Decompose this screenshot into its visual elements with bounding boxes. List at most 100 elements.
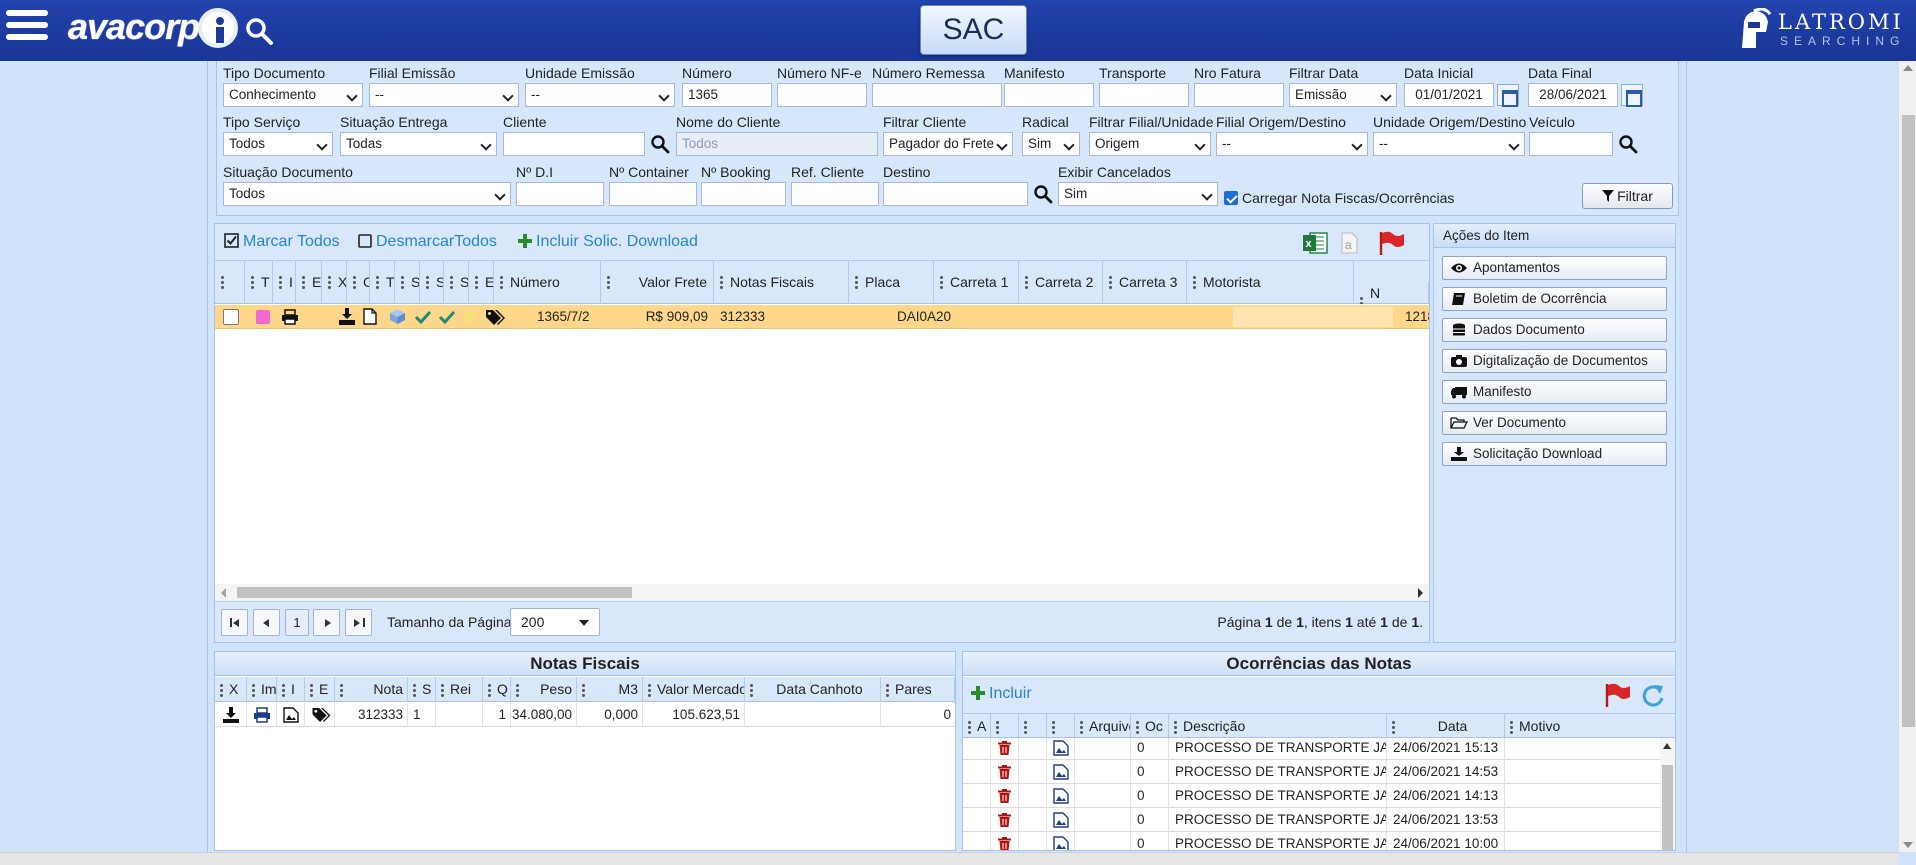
search-icon[interactable]	[1033, 184, 1053, 204]
column-header-motorista[interactable]: Motorista	[1187, 261, 1354, 304]
column-header-e2[interactable]: E	[469, 261, 494, 304]
column-header-e[interactable]: E	[305, 677, 335, 702]
filtrar-filial-unidade-select[interactable]: Origem	[1089, 132, 1211, 156]
search-icon[interactable]	[1618, 134, 1638, 154]
column-header-m3[interactable]: M3	[577, 677, 643, 702]
column-header-s2[interactable]: S	[420, 261, 444, 304]
destino-input[interactable]	[883, 182, 1028, 206]
column-header-peso[interactable]: Peso	[511, 677, 577, 702]
filtrar-cliente-select[interactable]: Pagador do Frete	[883, 132, 1013, 156]
column-header-notas-fiscais[interactable]: Notas Fiscais	[714, 261, 849, 304]
boletim-ocorrencia-button[interactable]: Boletim de Ocorrência	[1442, 287, 1667, 311]
sac-button[interactable]: SAC	[920, 5, 1027, 55]
filtrar-button[interactable]: Filtrar	[1582, 183, 1673, 209]
column-header-c[interactable]: C	[347, 261, 370, 304]
trash-icon[interactable]	[998, 765, 1011, 779]
table-row[interactable]: 0 PROCESSO DE TRANSPORTE JA 24/06/2021 14:…	[963, 784, 1660, 808]
incluir-download-button[interactable]: Incluir Solic. Download	[518, 233, 698, 251]
column-header-data[interactable]: Data	[1387, 714, 1505, 739]
file-icon[interactable]	[363, 308, 377, 325]
unidade-emissao-select[interactable]: --	[525, 83, 675, 107]
nro-booking-input[interactable]	[701, 182, 786, 206]
column-header-t2[interactable]: T	[370, 261, 395, 304]
first-page-button[interactable]	[221, 609, 248, 636]
column-header-s1[interactable]: S	[395, 261, 420, 304]
menu-icon[interactable]	[6, 10, 48, 48]
ref-cliente-input[interactable]	[791, 182, 879, 206]
column-header-data-canhoto[interactable]: Data Canhoto	[745, 677, 881, 702]
table-row[interactable]: 0 PROCESSO DE TRANSPORTE JA 24/06/2021 15:…	[963, 738, 1660, 760]
column-header-motivo[interactable]: Motivo	[1505, 714, 1675, 739]
print-icon[interactable]	[253, 707, 271, 723]
column-header-s3[interactable]: S	[444, 261, 469, 304]
digitalizacao-documentos-button[interactable]: Digitalização de Documentos	[1442, 349, 1667, 373]
next-page-button[interactable]	[313, 609, 340, 636]
search-icon[interactable]	[244, 16, 274, 46]
column-header-nota[interactable]: Nota	[335, 677, 408, 702]
trash-icon[interactable]	[998, 789, 1011, 803]
scrollbar-thumb[interactable]	[237, 587, 632, 598]
carregar-nf-checkbox[interactable]	[1224, 191, 1238, 205]
column-header-i[interactable]: I	[277, 677, 305, 702]
column-header-s[interactable]: S	[408, 677, 436, 702]
column-header-placa[interactable]: Placa	[849, 261, 934, 304]
column-header-4[interactable]	[1047, 714, 1075, 739]
table-row[interactable]: 1365/7/2 R$ 909,09 312333 DAI0A20 1218	[215, 305, 1429, 329]
numero-input[interactable]: 1365	[682, 83, 772, 107]
scroll-up-arrow[interactable]	[1903, 65, 1913, 71]
page-vertical-scrollbar[interactable]	[1898, 61, 1916, 852]
page-size-select[interactable]: 200	[510, 608, 600, 636]
numero-remessa-input[interactable]	[872, 83, 1002, 107]
column-header-descricao[interactable]: Descrição	[1169, 714, 1387, 739]
column-header-carreta-3[interactable]: Carreta 3	[1103, 261, 1187, 304]
calendar-icon[interactable]	[1621, 84, 1643, 107]
table-row[interactable]: 0 PROCESSO DE TRANSPORTE JA 24/06/2021 10:…	[963, 832, 1660, 850]
veiculo-input[interactable]	[1529, 132, 1613, 156]
solicitacao-download-button[interactable]: Solicitação Download	[1442, 442, 1667, 466]
grid-horizontal-scrollbar[interactable]	[215, 584, 1429, 601]
calendar-icon[interactable]	[1497, 84, 1519, 107]
column-header-im[interactable]: Im	[247, 677, 277, 702]
download-icon[interactable]	[223, 707, 239, 723]
row-checkbox[interactable]	[223, 309, 239, 325]
column-header-carreta-2[interactable]: Carreta 2	[1019, 261, 1103, 304]
document-a-icon[interactable]: a	[1337, 231, 1361, 255]
table-row[interactable]: 0 PROCESSO DE TRANSPORTE JA 24/06/2021 14:…	[963, 760, 1660, 784]
search-icon[interactable]	[650, 134, 670, 154]
tags-icon[interactable]	[485, 309, 505, 326]
refresh-icon[interactable]	[1640, 683, 1666, 709]
situacao-documento-select[interactable]: Todos	[223, 182, 511, 206]
manifesto-input[interactable]	[1004, 83, 1094, 107]
image-file-icon[interactable]	[1053, 788, 1069, 804]
nro-container-input[interactable]	[609, 182, 697, 206]
image-file-icon[interactable]	[1053, 812, 1069, 828]
ver-documento-button[interactable]: Ver Documento	[1442, 411, 1667, 435]
column-header-valor-mercadoria[interactable]: Valor Mercadoria	[643, 677, 745, 702]
column-header-x[interactable]: X	[322, 261, 347, 304]
excel-icon[interactable]: x	[1302, 231, 1328, 255]
nome-cliente-input[interactable]: Todos	[676, 132, 878, 156]
column-header-rei[interactable]: Rei	[436, 677, 483, 702]
apontamentos-button[interactable]: Apontamentos	[1442, 256, 1667, 280]
column-header-carreta-1[interactable]: Carreta 1	[934, 261, 1019, 304]
ocorrencias-scrollbar[interactable]	[1660, 738, 1675, 850]
download-icon[interactable]	[339, 308, 355, 325]
column-drag-handle[interactable]	[215, 261, 245, 304]
column-header-oc[interactable]: Oc	[1131, 714, 1169, 739]
tags-icon[interactable]	[311, 707, 331, 723]
cliente-input[interactable]	[503, 132, 645, 156]
image-file-icon[interactable]	[1053, 836, 1069, 850]
marcar-todos-button[interactable]: Marcar Todos	[224, 233, 340, 251]
page-number-button[interactable]: 1	[285, 609, 309, 636]
scroll-down-arrow[interactable]	[1903, 842, 1913, 848]
column-header-t[interactable]: T	[245, 261, 273, 304]
column-header-n[interactable]: N	[1354, 282, 1429, 304]
column-header-i[interactable]: I	[273, 261, 296, 304]
table-row[interactable]: 0 PROCESSO DE TRANSPORTE JA 24/06/2021 13:…	[963, 808, 1660, 832]
flag-icon[interactable]	[1603, 682, 1631, 708]
data-final-input[interactable]: 28/06/2021	[1528, 83, 1618, 107]
filial-emissao-select[interactable]: --	[369, 83, 519, 107]
unidade-origem-destino-select[interactable]: --	[1373, 132, 1525, 156]
page-horizontal-scrollbar[interactable]	[0, 852, 1898, 865]
radical-select[interactable]: Sim	[1022, 132, 1080, 156]
